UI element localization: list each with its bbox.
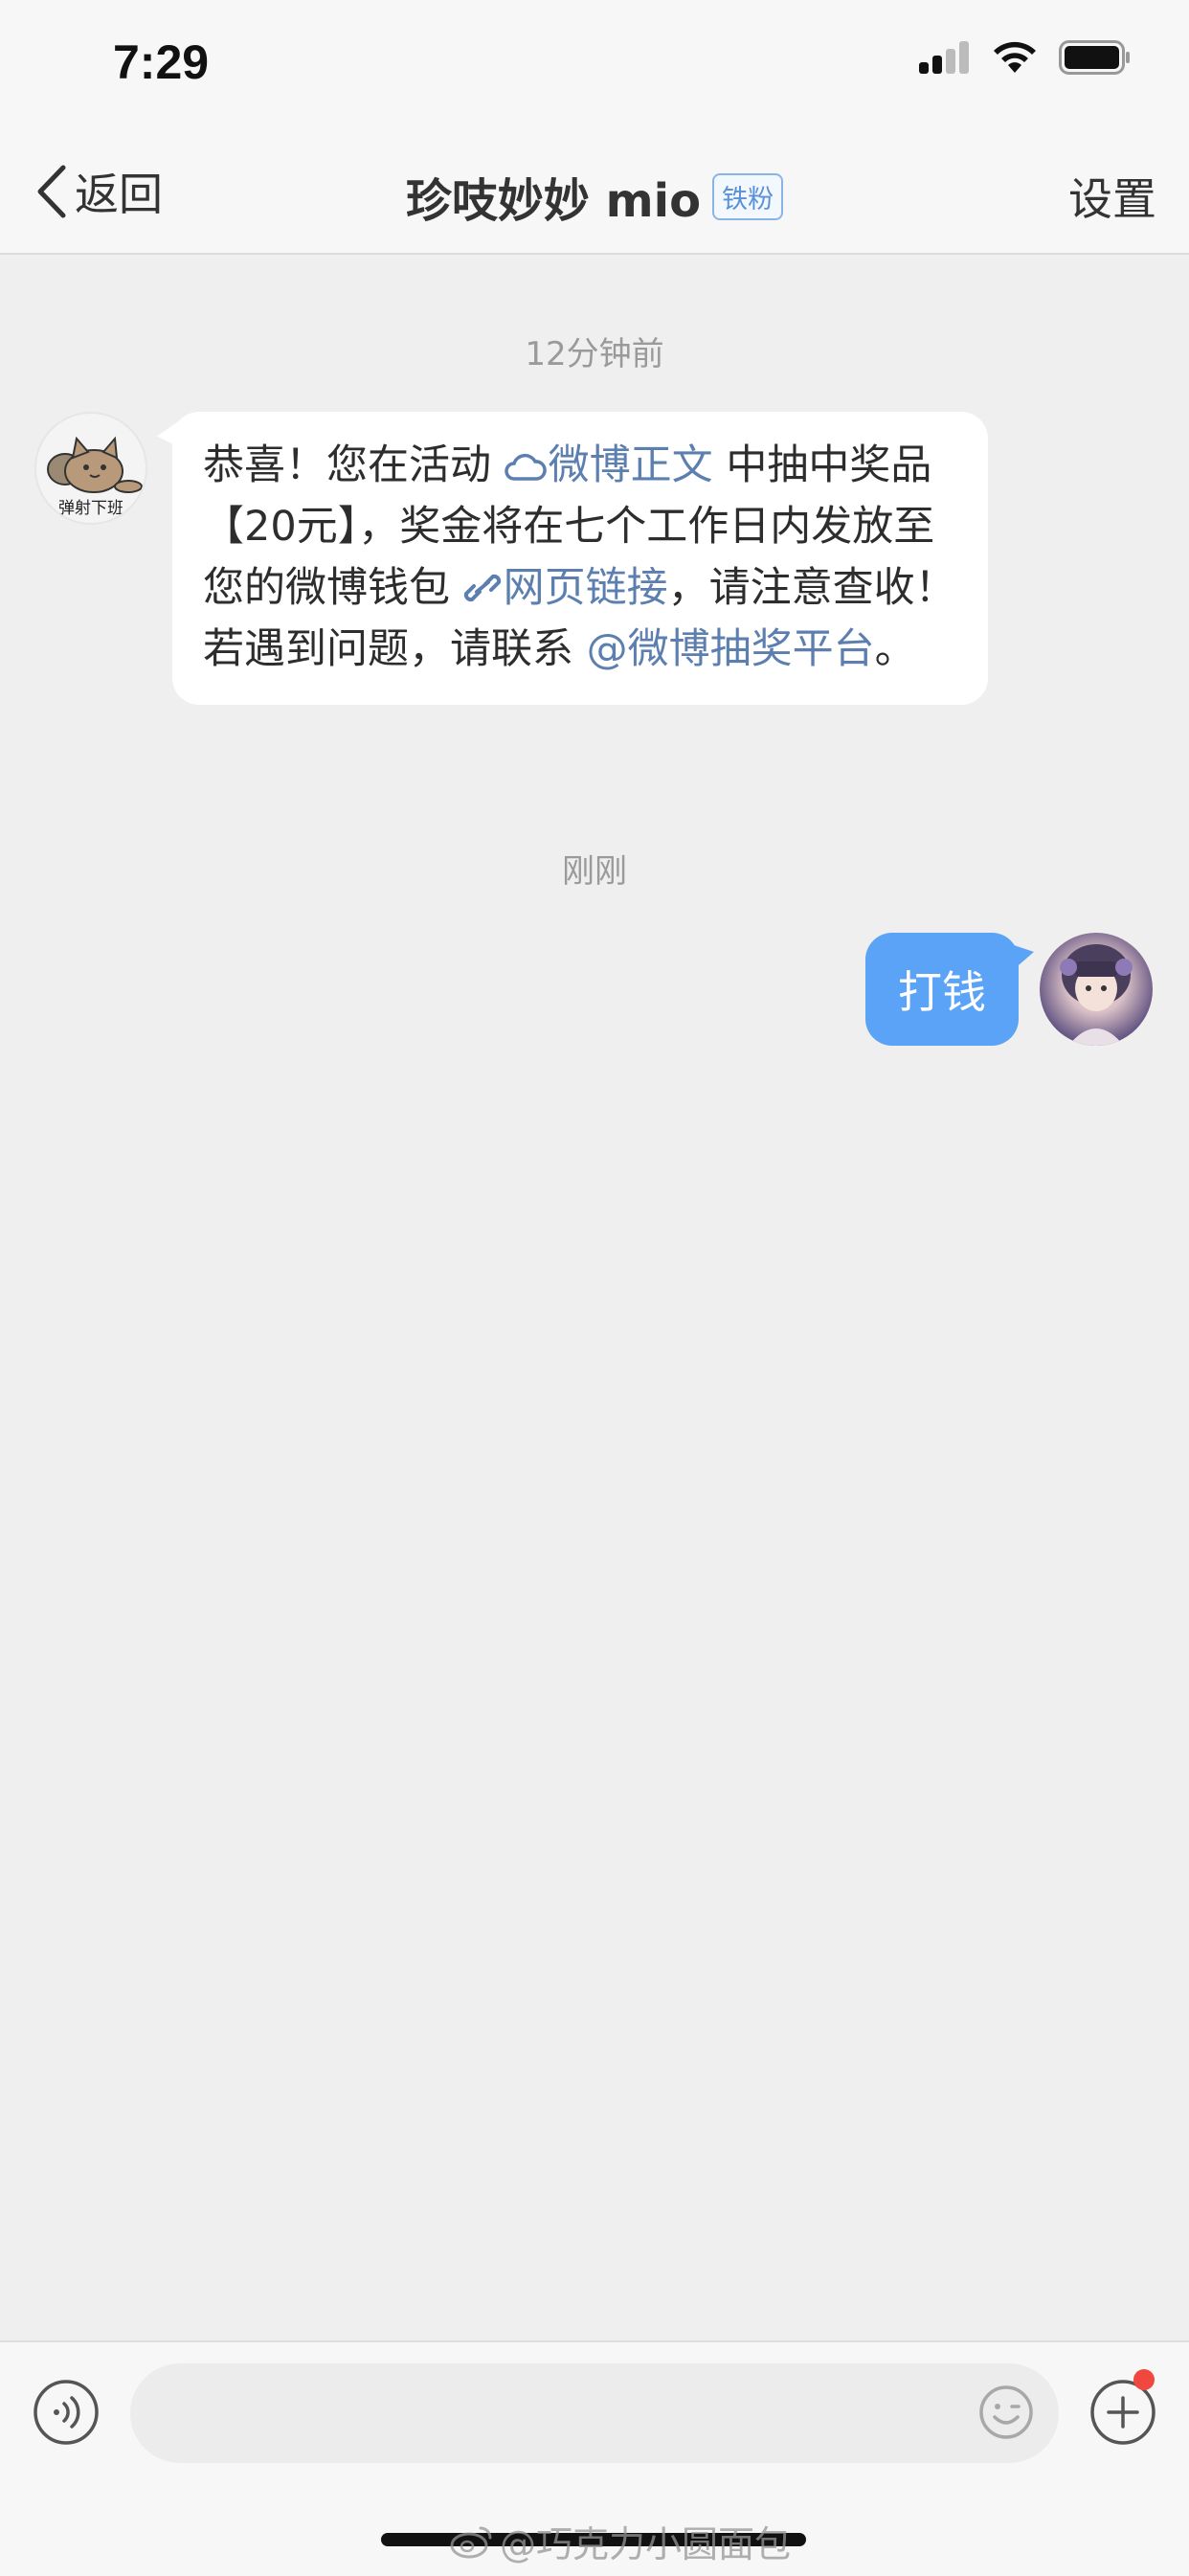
my-avatar[interactable] [1040,933,1153,1046]
weibo-post-link[interactable]: 微博正文 [505,441,713,489]
conversation-title: 珍吱妙妙 mio [405,174,702,228]
message-text: 。 [874,625,916,673]
avatar-caption: 弹射下班 [58,499,123,518]
incoming-message-bubble: 恭喜！您在活动 微博正文 中抽中奖品【20元】，奖金将在七个工作日内发放至您的微… [172,412,988,705]
message-text: 打钱 [898,966,986,1018]
voice-input-button[interactable] [33,2379,100,2450]
link-chain-icon [463,574,501,602]
sender-avatar[interactable]: 弹射下班 [34,412,147,525]
status-icons [919,40,1132,75]
status-bar: 7:29 [0,0,1189,128]
status-time: 7:29 [113,35,210,89]
wifi-icon [994,41,1036,73]
weibo-logo-icon [450,2526,492,2558]
notification-dot [1133,2369,1155,2390]
fan-badge: 铁粉 [712,172,784,220]
nav-title-group: 珍吱妙妙 mio 铁粉 [0,163,1189,230]
message-input[interactable] [130,2363,1059,2463]
emoji-icon [979,2385,1033,2439]
weibo-cloud-icon [505,453,547,481]
signal-icon [919,41,969,74]
voice-icon [34,2380,99,2445]
web-page-link-label: 网页链接 [503,564,668,612]
message-timestamp: 刚刚 [562,852,627,891]
web-page-link[interactable]: 网页链接 [463,564,668,612]
watermark-text: @巧克力小圆面包 [500,2523,792,2565]
user-photo-icon [1060,944,1133,1046]
settings-button[interactable]: 设置 [1068,165,1156,228]
watermark: @巧克力小圆面包 [450,2515,791,2567]
outgoing-message-bubble: 打钱 [865,933,1034,1046]
message-text: 恭喜！您在活动 [203,441,505,489]
nav-bar: 返回 珍吱妙妙 mio 铁粉 设置 [0,128,1189,255]
weibo-post-link-label: 微博正文 [548,441,713,489]
message-timestamp: 12分钟前 [525,335,664,373]
emoji-button[interactable] [978,2384,1034,2444]
battery-icon [1059,40,1130,75]
lottery-platform-mention[interactable]: @微博抽奖平台 [587,625,875,673]
